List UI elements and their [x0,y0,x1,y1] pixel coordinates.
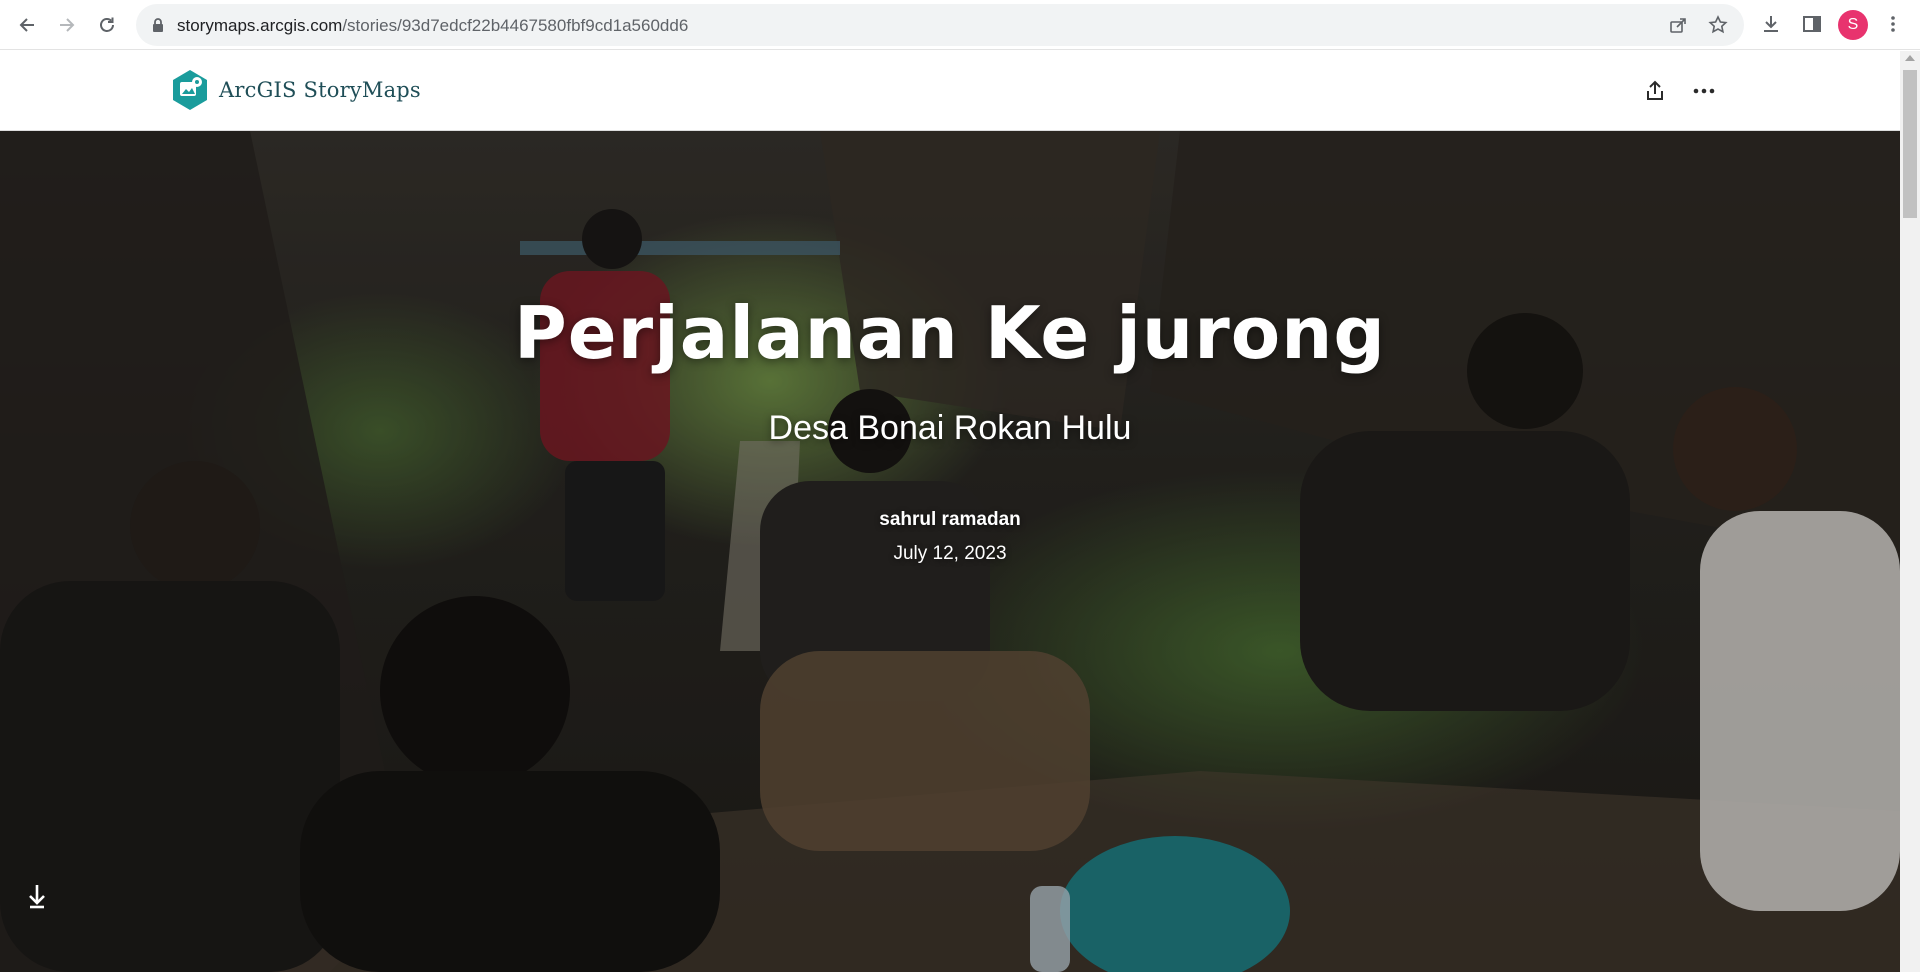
url-domain: storymaps.arcgis.com [177,16,343,35]
story-date: July 12, 2023 [893,543,1007,564]
url-text[interactable]: storymaps.arcgis.com/stories/93d7edcf22b… [177,16,688,36]
scroll-up-arrow-icon[interactable] [1905,55,1915,61]
story-author: sahrul ramadan [879,509,1021,530]
url-path: /stories/93d7edcf22b4467580fbf9cd1a560dd… [342,16,689,35]
menu-kebab-icon[interactable] [1882,13,1904,35]
bookmark-star-icon[interactable] [1708,15,1728,35]
share-icon[interactable] [1668,15,1688,35]
browser-toolbar: storymaps.arcgis.com/stories/93d7edcf22b… [0,0,1920,50]
more-options-icon[interactable] [1691,78,1717,104]
forward-icon[interactable] [51,9,83,41]
storymaps-logo-icon [173,70,207,110]
hero-cover: Perjalanan Ke jurong Desa Bonai Rokan Hu… [0,131,1900,972]
back-icon[interactable] [11,9,43,41]
side-panel-icon[interactable] [1801,13,1823,35]
lock-icon[interactable] [150,17,166,33]
brand[interactable]: ArcGIS StoryMaps [171,69,421,111]
story-header: ArcGIS StoryMaps [0,51,1900,131]
brand-name: ArcGIS StoryMaps [219,78,421,102]
reload-icon[interactable] [91,9,123,41]
arrow-down-icon[interactable] [26,883,48,909]
story-title: Perjalanan Ke jurong [514,291,1386,375]
download-icon[interactable] [1760,13,1782,35]
profile-initial: S [1847,16,1859,33]
scroll-thumb[interactable] [1903,70,1917,218]
address-bar[interactable]: storymaps.arcgis.com/stories/93d7edcf22b… [136,4,1744,46]
share-icon[interactable] [1642,78,1668,104]
story-subtitle: Desa Bonai Rokan Hulu [768,409,1132,447]
page-scrollbar[interactable] [1900,51,1920,972]
profile-avatar[interactable]: S [1838,10,1868,40]
